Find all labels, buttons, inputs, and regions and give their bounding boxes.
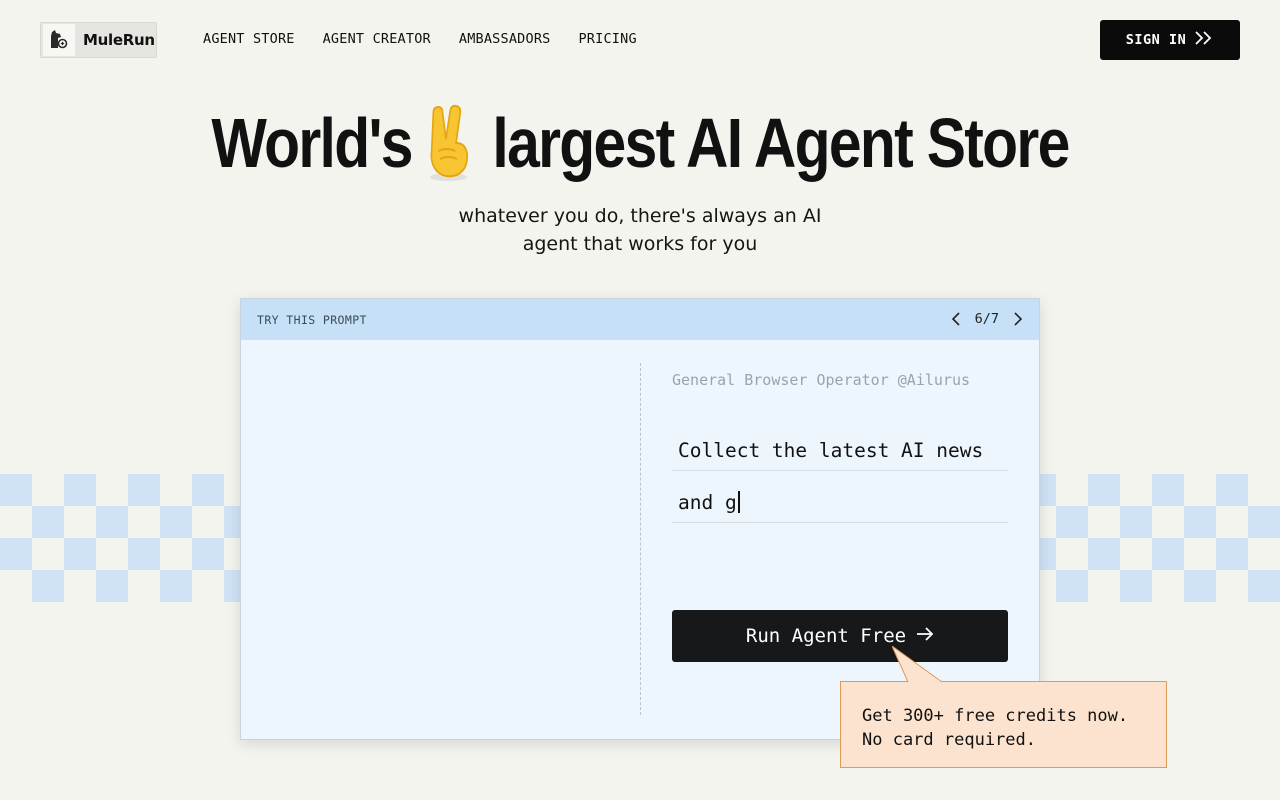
hero-subtitle-line-2: agent that works for you	[522, 233, 758, 255]
tooltip-line-1: Get 300+ free credits now.	[862, 706, 1129, 726]
run-agent-label: Run Agent Free	[745, 625, 907, 647]
hero-title-left: World's	[211, 104, 413, 182]
victory-hand-icon	[412, 103, 486, 183]
prompt-pager-count: 6/7	[974, 311, 999, 327]
agent-name[interactable]: General Browser Operator @Ailurus	[672, 371, 970, 389]
prompt-card-header: TRY THIS PROMPT 6/7	[241, 299, 1039, 340]
prompt-input-line-2[interactable]: and g	[672, 485, 1008, 523]
nav-agent-store[interactable]: AGENT STORE	[203, 31, 295, 47]
brand-name: MuleRun	[83, 31, 155, 49]
main-nav: AGENT STORE AGENT CREATOR AMBASSADORS PR…	[203, 31, 665, 47]
chevron-right-icon[interactable]	[1011, 309, 1025, 329]
prompt-card-header-label: TRY THIS PROMPT	[257, 312, 367, 327]
nav-ambassadors[interactable]: AMBASSADORS	[459, 31, 551, 47]
mule-icon	[43, 24, 75, 56]
arrow-right-icon	[916, 625, 934, 647]
text-caret	[737, 491, 740, 513]
prompt-text-line-1: Collect the latest AI news	[678, 439, 984, 462]
card-divider	[640, 363, 641, 715]
hero-subtitle: whatever you do, there's always an AI ag…	[0, 202, 1280, 258]
top-navigation: MuleRun AGENT STORE AGENT CREATOR AMBASS…	[0, 0, 1280, 80]
sign-in-label: SIGN IN	[1125, 32, 1187, 48]
tooltip-line-2: No card required.	[862, 730, 1036, 750]
tooltip-pointer	[892, 646, 943, 683]
sign-in-button[interactable]: SIGN IN	[1100, 20, 1240, 60]
free-credits-tooltip: Get 300+ free credits now. No card requi…	[840, 681, 1167, 768]
prompt-text-line-2: and g	[678, 491, 737, 514]
nav-agent-creator[interactable]: AGENT CREATOR	[323, 31, 431, 47]
hero-title: World's largest AI Agent Store	[102, 98, 1177, 188]
chevron-left-icon[interactable]	[949, 309, 963, 329]
hero-subtitle-line-1: whatever you do, there's always an AI	[458, 205, 822, 227]
prompt-input-line-1[interactable]: Collect the latest AI news	[672, 433, 1008, 471]
hero-title-right: largest AI Agent Store	[492, 104, 1070, 182]
prompt-pager: 6/7	[949, 309, 1025, 329]
run-agent-button[interactable]: Run Agent Free	[672, 610, 1008, 662]
double-chevron-right-icon	[1194, 30, 1214, 50]
nav-pricing[interactable]: PRICING	[578, 31, 636, 47]
brand-logo[interactable]: MuleRun	[40, 22, 157, 58]
